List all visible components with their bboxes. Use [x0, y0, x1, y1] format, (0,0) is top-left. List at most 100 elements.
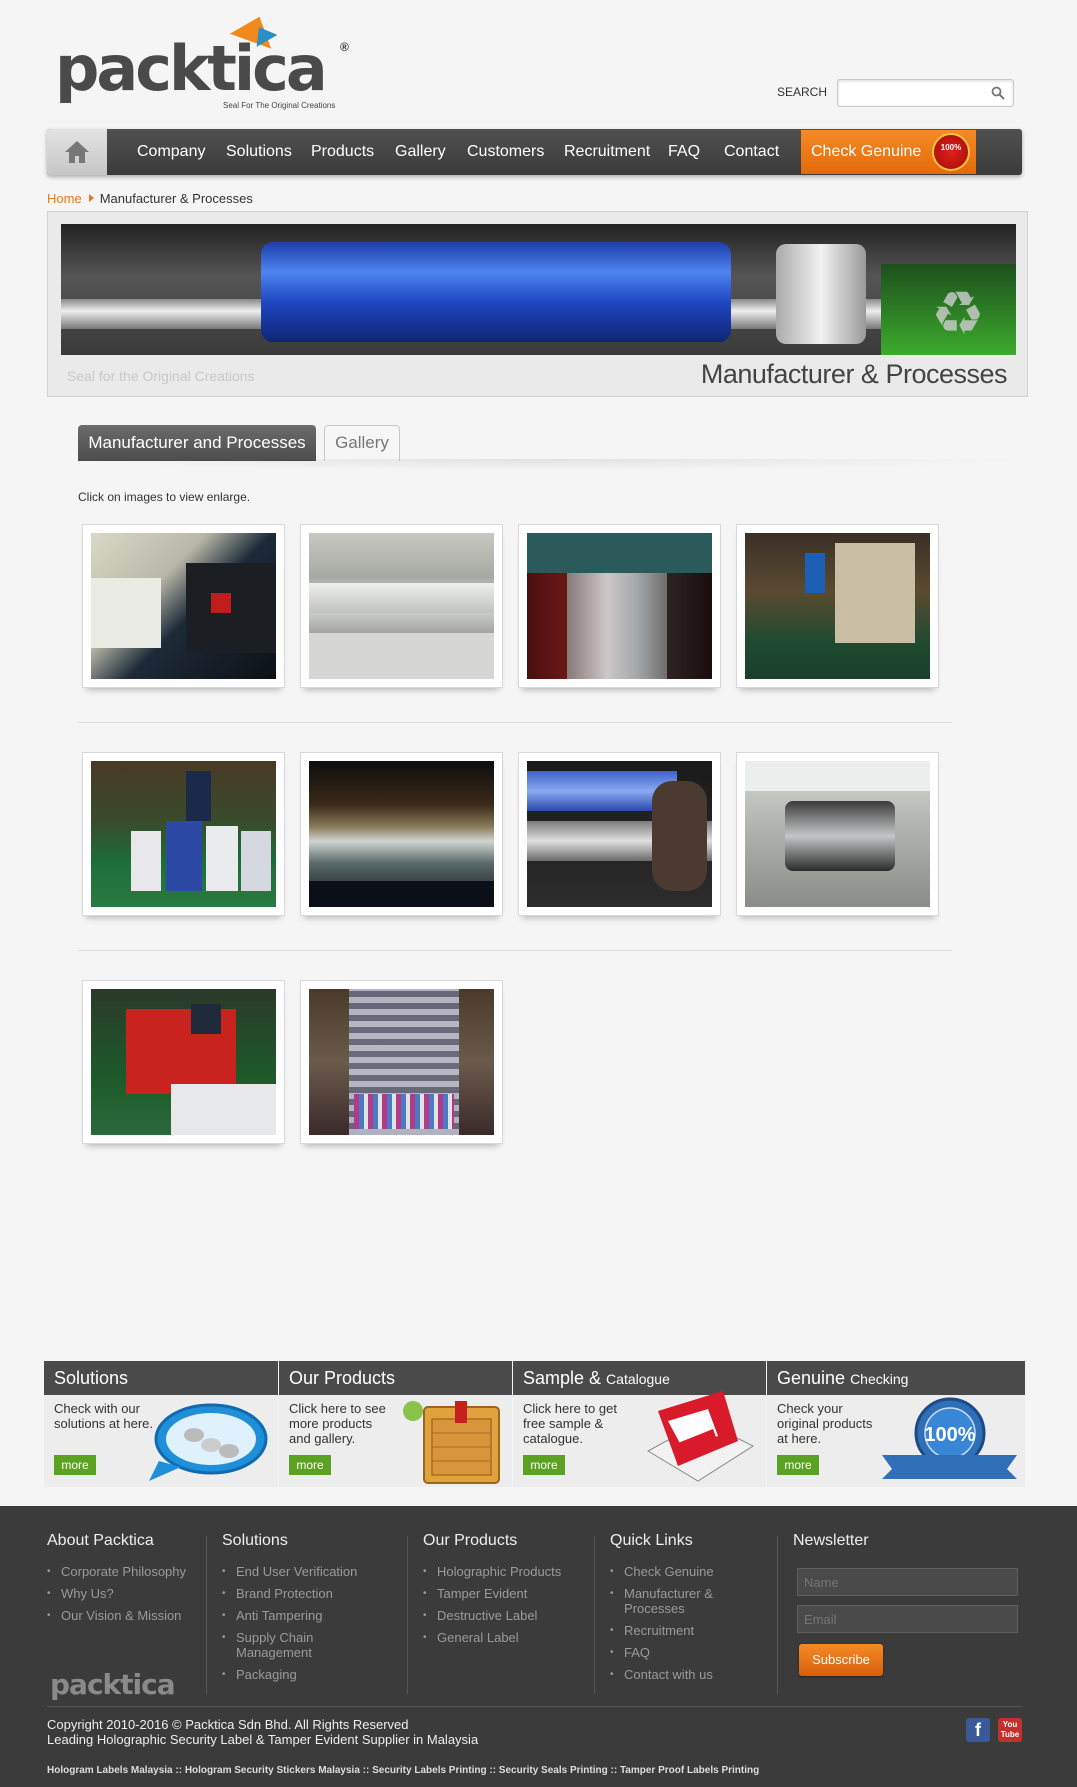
gallery-photo	[91, 989, 276, 1135]
newsletter-name-field[interactable]	[797, 1568, 1018, 1596]
feature-genuine-more-button[interactable]: more	[777, 1455, 819, 1475]
nav-item-contact[interactable]: Contact	[724, 129, 779, 175]
footer-link[interactable]: Anti Tampering	[222, 1608, 372, 1623]
breadcrumb-arrow-icon	[88, 194, 94, 202]
banner-image: ♻	[61, 224, 1016, 355]
genuine-guaranteed-badge-icon: 100%	[882, 1397, 1017, 1479]
search-icon[interactable]	[991, 86, 1005, 100]
gallery-photo	[309, 761, 494, 907]
footer-link[interactable]: Tamper Evident	[423, 1586, 561, 1601]
home-icon	[65, 141, 89, 163]
copyright-text: Copyright 2010-2016 © Packtica Sdn Bhd. …	[47, 1717, 409, 1732]
footer-link[interactable]: Packaging	[222, 1667, 372, 1682]
svg-text:100%: 100%	[924, 1424, 975, 1446]
footer-tagline: Leading Holographic Security Label & Tam…	[47, 1732, 479, 1747]
feature-solutions-title: Solutions	[44, 1361, 278, 1395]
feature-products-title: Our Products	[279, 1361, 512, 1395]
youtube-icon[interactable]: You Tube	[998, 1718, 1022, 1742]
footer-link[interactable]: Our Vision & Mission	[47, 1608, 186, 1623]
nav-item-gallery[interactable]: Gallery	[395, 129, 446, 175]
footer-newsletter: Newsletter	[793, 1532, 869, 1564]
feature-genuine-title-main: Genuine	[777, 1368, 851, 1388]
footer-link[interactable]: Manufacturer & Processes	[610, 1586, 720, 1616]
nav-item-company[interactable]: Company	[137, 129, 205, 175]
footer-quick-title: Quick Links	[610, 1532, 693, 1549]
tab-manufacturer-processes[interactable]: Manufacturer and Processes	[78, 425, 316, 461]
footer-quick-links: Quick Links Check Genuine Manufacturer &…	[610, 1532, 720, 1689]
logo[interactable]: packtica ® Seal For The Original Creatio…	[55, 9, 355, 116]
gallery-thumb[interactable]	[82, 524, 285, 688]
tabs-divider	[47, 459, 1028, 471]
feature-products-more-button[interactable]: more	[289, 1455, 331, 1475]
logo-text: packtica	[55, 32, 328, 105]
search-box	[837, 79, 1014, 107]
feature-products[interactable]: Our Products Click here to see more prod…	[279, 1361, 512, 1487]
footer-link[interactable]: Brand Protection	[222, 1586, 372, 1601]
gallery-thumb[interactable]	[736, 752, 939, 916]
check-genuine-button[interactable]: Check Genuine 100%	[801, 130, 976, 174]
gallery-thumb[interactable]	[300, 524, 503, 688]
footer-link[interactable]: Supply Chain Management	[222, 1630, 332, 1660]
footer-divider	[594, 1536, 595, 1694]
footer-products: Our Products Holographic Products Tamper…	[423, 1532, 561, 1652]
feature-solutions[interactable]: Solutions Check with our solutions at he…	[44, 1361, 278, 1487]
footer-link[interactable]: FAQ	[610, 1645, 720, 1660]
gallery-photo	[745, 533, 930, 679]
gallery-thumb[interactable]	[82, 980, 285, 1144]
guarantee-seal-icon: 100%	[932, 133, 970, 171]
footer-link[interactable]: Corporate Philosophy	[47, 1564, 186, 1579]
nav-home-button[interactable]	[47, 129, 107, 175]
seal-text: 100%	[940, 143, 962, 152]
gallery-thumb[interactable]	[736, 524, 939, 688]
footer-divider	[206, 1536, 207, 1694]
feature-solutions-more-button[interactable]: more	[54, 1455, 96, 1475]
breadcrumb-home-link[interactable]: Home	[47, 191, 82, 206]
footer-link[interactable]: Recruitment	[610, 1623, 720, 1638]
gallery-photo	[91, 533, 276, 679]
footer-link[interactable]: Holographic Products	[423, 1564, 561, 1579]
nav-item-recruitment[interactable]: Recruitment	[564, 129, 650, 175]
gallery-thumb[interactable]	[300, 980, 503, 1144]
seo-links[interactable]: Hologram Labels Malaysia :: Hologram Sec…	[47, 1765, 759, 1776]
footer-about-title: About Packtica	[47, 1532, 154, 1549]
facebook-icon[interactable]: f	[966, 1718, 990, 1742]
subscribe-button[interactable]: Subscribe	[799, 1644, 883, 1676]
gallery-thumb[interactable]	[518, 524, 721, 688]
footer-about: About Packtica Corporate Philosophy Why …	[47, 1532, 186, 1630]
footer-divider	[777, 1536, 778, 1694]
footer-link[interactable]: Contact with us	[610, 1667, 720, 1682]
banner-title: Manufacturer & Processes	[700, 359, 1008, 389]
nav-item-customers[interactable]: Customers	[467, 129, 544, 175]
nav-item-faq[interactable]: FAQ	[668, 129, 700, 175]
feature-sample-title-main: Sample &	[523, 1368, 607, 1388]
feature-genuine[interactable]: Genuine Checking Check your original pro…	[767, 1361, 1025, 1487]
feature-sample-more-button[interactable]: more	[523, 1455, 565, 1475]
footer-link[interactable]: End User Verification	[222, 1564, 372, 1579]
search-input[interactable]	[838, 80, 983, 106]
footer-solutions-title: Solutions	[222, 1532, 288, 1549]
gallery-thumb[interactable]	[82, 752, 285, 916]
footer-link[interactable]: Destructive Label	[423, 1608, 561, 1623]
tab-gallery[interactable]: Gallery	[324, 425, 400, 461]
footer-logo[interactable]: packtica	[50, 1668, 176, 1701]
footer-divider-line	[47, 1706, 1022, 1707]
page-banner: ♻ Seal for the Original Creations Manufa…	[47, 211, 1028, 397]
gallery-thumb[interactable]	[300, 752, 503, 916]
feature-sample[interactable]: Sample & Catalogue Click here to get fre…	[513, 1361, 766, 1487]
gallery-divider	[78, 722, 952, 723]
gallery-thumb[interactable]	[518, 752, 721, 916]
feature-genuine-text: Check your original products at here.	[777, 1401, 873, 1446]
feature-solutions-text: Check with our solutions at here.	[54, 1401, 154, 1431]
catalogue-icon	[646, 1391, 755, 1482]
footer-link[interactable]: Check Genuine	[610, 1564, 720, 1579]
banner-tagline: Seal for the Original Creations	[67, 368, 255, 384]
newsletter-email-field[interactable]	[797, 1605, 1018, 1633]
nav-item-solutions[interactable]: Solutions	[226, 129, 292, 175]
logo-registered-mark: ®	[340, 40, 349, 54]
logo-tagline: Seal For The Original Creations	[223, 101, 336, 110]
copyright: Copyright 2010-2016 © Packtica Sdn Bhd. …	[47, 1717, 478, 1747]
feature-genuine-title: Genuine Checking	[767, 1361, 1025, 1395]
footer-link[interactable]: Why Us?	[47, 1586, 186, 1601]
nav-item-products[interactable]: Products	[311, 129, 374, 175]
footer-link[interactable]: General Label	[423, 1630, 561, 1645]
